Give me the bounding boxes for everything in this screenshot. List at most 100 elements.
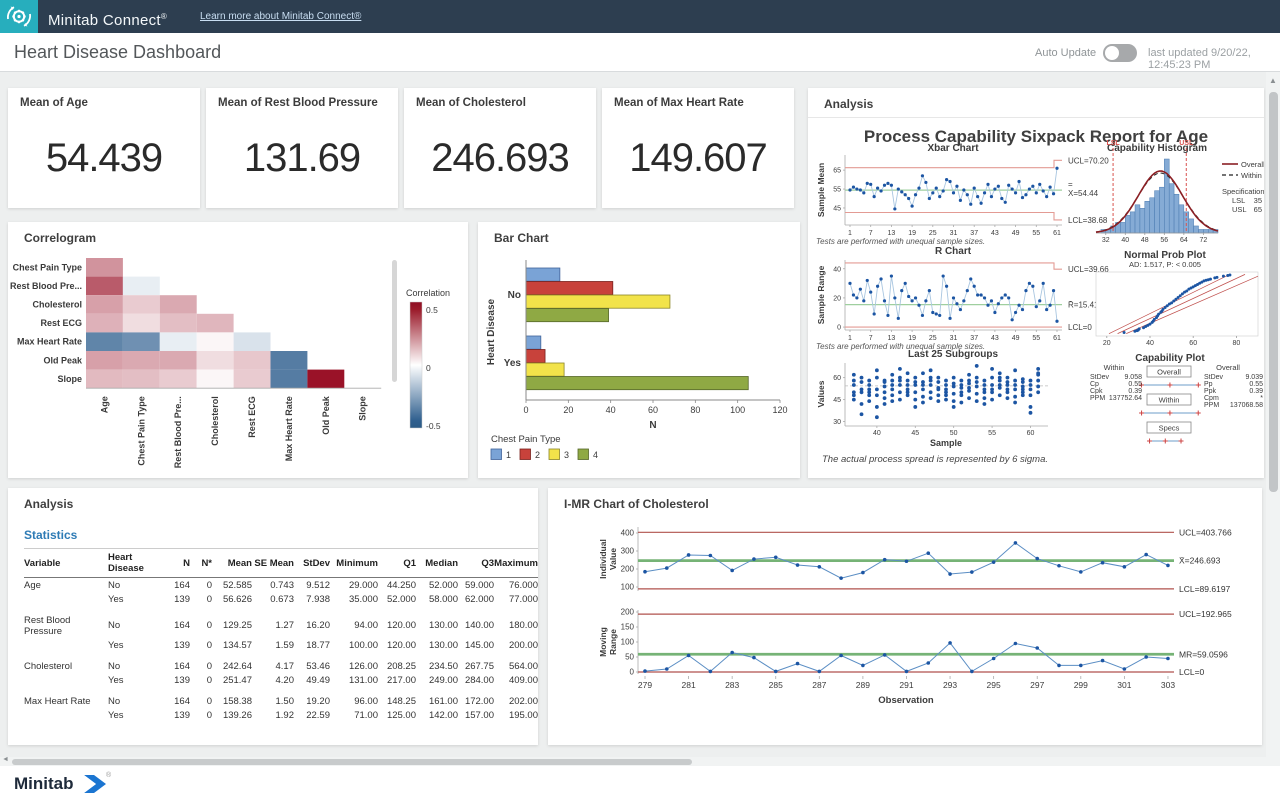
svg-text:No: No [508, 290, 521, 301]
svg-text:0: 0 [523, 405, 528, 415]
learn-more-link[interactable]: Learn more about Minitab Connect® [200, 11, 361, 22]
svg-text:137068.58: 137068.58 [1230, 402, 1263, 409]
auto-update-toggle[interactable] [1103, 44, 1137, 62]
horizontal-scrollbar[interactable]: ◄ [0, 757, 1280, 766]
statistics-table: VariableHeart DiseaseNN*MeanSE MeanStDev… [24, 548, 538, 729]
svg-text:Xbar Chart: Xbar Chart [927, 143, 979, 154]
svg-text:137752.64: 137752.64 [1109, 395, 1142, 402]
scroll-left-arrow[interactable]: ◄ [2, 756, 9, 763]
scroll-up-arrow[interactable]: ▲ [1269, 76, 1277, 85]
svg-text:50: 50 [950, 430, 958, 437]
svg-text:0: 0 [837, 325, 841, 332]
svg-text:UCL=192.965: UCL=192.965 [1179, 609, 1232, 619]
svg-text:37: 37 [970, 230, 978, 237]
brand-text: Minitab Connect [48, 12, 161, 29]
svg-text:35: 35 [1254, 196, 1262, 205]
svg-text:293: 293 [943, 680, 957, 690]
svg-text:60: 60 [1189, 340, 1197, 347]
svg-text:Ppk: Ppk [1204, 388, 1217, 395]
svg-text:1: 1 [506, 450, 511, 460]
top-navigation-bar: Minitab Connect® Learn more about Minita… [0, 0, 1280, 33]
svg-text:61: 61 [1053, 335, 1061, 342]
minitab-connect-logo[interactable] [0, 0, 38, 33]
svg-text:297: 297 [1030, 680, 1044, 690]
svg-text:40: 40 [606, 405, 616, 415]
kpi-label: Mean of Age [20, 97, 88, 109]
svg-text:Last 25 Subgroups: Last 25 Subgroups [908, 349, 998, 360]
svg-text:LCL=38.68: LCL=38.68 [1068, 216, 1108, 225]
statistics-section-title: Statistics [24, 528, 77, 542]
svg-text:Cpk: Cpk [1090, 388, 1103, 395]
svg-text:40: 40 [873, 430, 881, 437]
svg-text:1: 1 [848, 230, 852, 237]
page-title: Heart Disease Dashboard [14, 42, 221, 63]
svg-text:Value: Value [608, 548, 618, 570]
svg-text:StDev: StDev [1090, 374, 1110, 381]
vertical-scrollbar[interactable]: ▲ [1266, 72, 1280, 757]
svg-text:3: 3 [564, 450, 569, 460]
minitab-footer-brand: Minitab [14, 774, 74, 794]
horizontal-scroll-thumb[interactable] [12, 759, 692, 765]
brand-title: Minitab Connect® [48, 0, 167, 33]
svg-text:31: 31 [950, 230, 958, 237]
vertical-scroll-thumb[interactable] [1269, 92, 1278, 492]
svg-text:0.39: 0.39 [1249, 388, 1263, 395]
svg-text:Yes: Yes [504, 358, 522, 369]
svg-text:289: 289 [856, 680, 870, 690]
svg-text:Cpm: Cpm [1204, 395, 1219, 402]
svg-text:Cholesterol: Cholesterol [210, 396, 220, 446]
svg-text:301: 301 [1117, 680, 1131, 690]
kpi-card-mean-cholesterol: Mean of Cholesterol 246.693 [404, 88, 596, 208]
svg-text:60: 60 [1027, 430, 1035, 437]
svg-text:0.5: 0.5 [426, 305, 438, 315]
svg-text:7: 7 [869, 335, 873, 342]
kpi-value: 149.607 [602, 136, 794, 181]
svg-text:0.39: 0.39 [1128, 388, 1142, 395]
svg-text:13: 13 [888, 230, 896, 237]
kpi-value: 131.69 [206, 136, 398, 181]
svg-text:80: 80 [1233, 340, 1241, 347]
svg-text:279: 279 [638, 680, 652, 690]
svg-text:Observation: Observation [878, 695, 934, 706]
svg-text:120: 120 [772, 405, 787, 415]
svg-text:PPM: PPM [1204, 402, 1219, 409]
heart-disease-bar-chart: NoYes020406080100120NHeart DiseaseChest … [478, 252, 800, 478]
svg-text:LSL: LSL [1106, 140, 1120, 147]
svg-text:37: 37 [970, 335, 978, 342]
svg-text:40: 40 [833, 266, 841, 273]
svg-text:40: 40 [1146, 340, 1154, 347]
svg-text:Old Peak: Old Peak [321, 395, 331, 435]
table-row: Rest Blood PressureNo1640129.251.2716.20… [24, 613, 538, 638]
svg-text:30: 30 [833, 419, 841, 426]
kpi-card-mean-max-hr: Mean of Max Heart Rate 149.607 [602, 88, 794, 208]
svg-text:Cp: Cp [1090, 381, 1099, 388]
svg-text:25: 25 [929, 230, 937, 237]
svg-text:Values: Values [816, 380, 826, 407]
svg-text:USL: USL [1179, 140, 1194, 147]
svg-text:400: 400 [621, 529, 635, 538]
svg-text:-0.5: -0.5 [426, 421, 441, 431]
svg-text:Old Peak: Old Peak [43, 355, 83, 365]
svg-text:Overall: Overall [1216, 363, 1240, 372]
svg-text:Slope: Slope [358, 396, 368, 421]
panel-title: Correlogram [24, 231, 96, 245]
svg-text:Capability Plot: Capability Plot [1135, 353, 1205, 364]
svg-text:300: 300 [621, 547, 635, 556]
svg-text:PPM: PPM [1090, 395, 1105, 402]
svg-text:303: 303 [1161, 680, 1175, 690]
table-row: CholesterolNo1640242.644.1753.46126.0020… [24, 659, 538, 673]
svg-text:0: 0 [630, 668, 635, 677]
svg-text:19: 19 [908, 335, 916, 342]
svg-text:Correlation: Correlation [406, 288, 450, 298]
last-updated-timestamp: last updated 9/20/22, 12:45:23 PM [1148, 47, 1280, 71]
table-row: Yes1390251.474.2049.49131.00217.00249.00… [24, 673, 538, 687]
svg-text:0: 0 [426, 363, 431, 373]
table-row: Max Heart RateNo1640158.381.5019.2096.00… [24, 694, 538, 708]
svg-text:Overall: Overall [1241, 160, 1264, 169]
svg-text:Rest ECG: Rest ECG [247, 396, 257, 438]
table-row: Yes1390139.261.9222.5971.00125.00142.001… [24, 708, 538, 722]
kpi-value: 54.439 [8, 136, 200, 181]
svg-text:281: 281 [681, 680, 695, 690]
svg-text:AD: 1.517, P: < 0.005: AD: 1.517, P: < 0.005 [1129, 260, 1201, 269]
panel-title: I-MR Chart of Cholesterol [564, 497, 709, 511]
